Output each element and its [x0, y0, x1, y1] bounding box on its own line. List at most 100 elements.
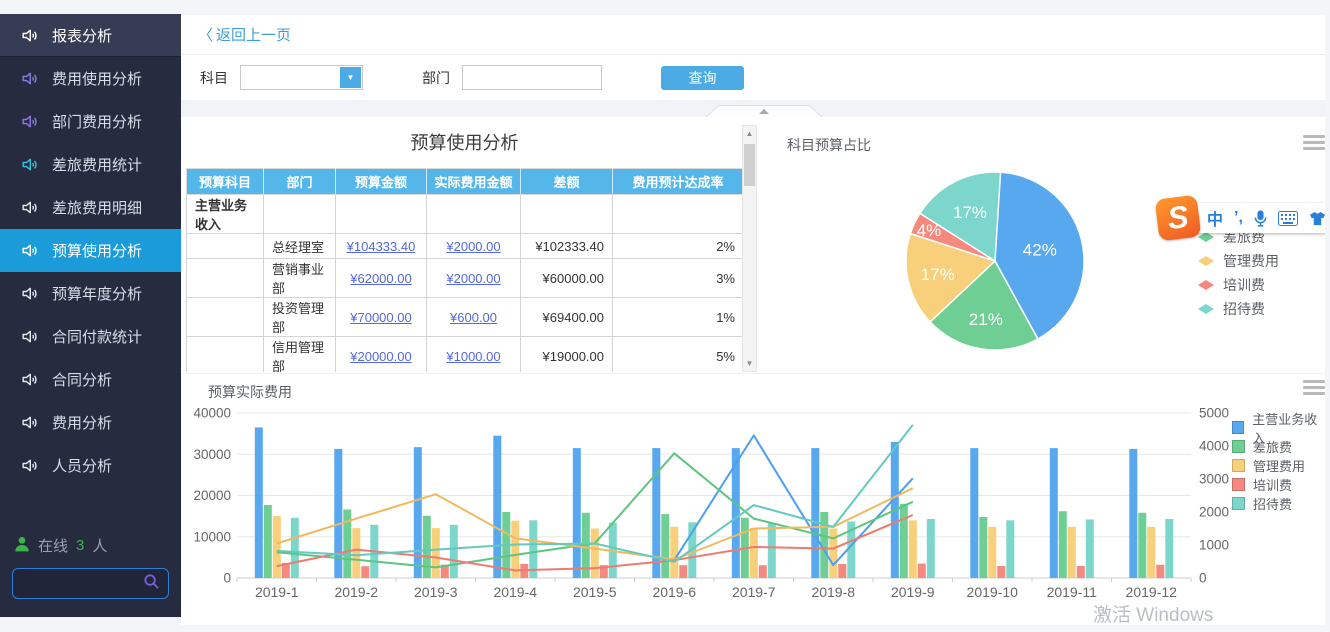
cell-actual: ¥600.00: [427, 298, 521, 337]
column-header: 预算科目: [187, 169, 264, 195]
amount-link[interactable]: ¥2000.00: [446, 239, 500, 254]
bar-legend-item[interactable]: 管理费用: [1232, 456, 1325, 475]
sidebar-item-8[interactable]: 合同分析: [0, 358, 181, 401]
bar-menu-icon[interactable]: [1303, 380, 1325, 398]
pie-legend-item[interactable]: 招待费: [1198, 297, 1279, 321]
subject-select[interactable]: ▼: [240, 65, 363, 90]
amount-link[interactable]: ¥600.00: [450, 310, 497, 325]
bar: [811, 448, 819, 578]
bar: [1129, 449, 1137, 578]
pie-legend: 差旅费管理费用培训费招待费: [1198, 225, 1279, 321]
sidebar-item-7[interactable]: 合同付款统计: [0, 315, 181, 358]
back-link[interactable]: 〈 返回上一页: [198, 24, 291, 45]
bar-legend-item[interactable]: 培训费: [1232, 475, 1325, 494]
cell-budget: ¥20000.00: [336, 337, 427, 373]
keyboard-icon[interactable]: [1278, 211, 1298, 226]
bar: [679, 565, 687, 578]
pie-menu-icon[interactable]: [1303, 135, 1325, 153]
sidebar-item-label: 报表分析: [52, 25, 112, 46]
right-axis-label: 4000: [1199, 439, 1229, 454]
skin-icon[interactable]: [1309, 211, 1325, 226]
sidebar-item-0[interactable]: 报表分析: [0, 14, 181, 57]
cell-actual: ¥2000.00: [427, 259, 521, 298]
swatch-icon: [1232, 421, 1244, 434]
filter-bar: 科目 ▼ 部门 查询: [181, 55, 1325, 100]
bar: [1165, 519, 1173, 578]
page: 报表分析费用使用分析部门费用分析差旅费用统计差旅费用明细预算使用分析预算年度分析…: [0, 0, 1330, 632]
bar-legend-item[interactable]: 招待费: [1232, 494, 1325, 513]
x-category-label: 2019-12: [1126, 584, 1178, 600]
sidebar-item-2[interactable]: 部门费用分析: [0, 100, 181, 143]
scrollbar-thumb[interactable]: [744, 144, 755, 186]
amount-link[interactable]: ¥2000.00: [446, 271, 500, 286]
search-icon[interactable]: [143, 573, 160, 595]
sidebar-item-label: 人员分析: [52, 455, 112, 476]
scroll-up-icon[interactable]: ▲: [743, 126, 756, 141]
x-category-label: 2019-10: [967, 584, 1019, 600]
bar: [273, 516, 281, 578]
bar: [432, 528, 440, 578]
budget-table: 预算科目部门预算金额实际费用金额差额费用预计达成率 主营业务收入总经理室¥104…: [186, 168, 743, 372]
cell-budget: ¥62000.00: [336, 259, 427, 298]
amount-link[interactable]: ¥20000.00: [350, 349, 411, 364]
chinese-mode-icon[interactable]: 中: [1207, 206, 1223, 230]
sidebar-item-label: 费用分析: [52, 412, 112, 433]
sidebar-item-1[interactable]: 费用使用分析: [0, 57, 181, 100]
speaker-icon: [20, 327, 39, 346]
pie-legend-item[interactable]: 管理费用: [1198, 249, 1279, 273]
amount-link[interactable]: ¥62000.00: [350, 271, 411, 286]
mic-icon[interactable]: [1254, 210, 1267, 227]
chevron-down-icon[interactable]: ▼: [340, 67, 361, 88]
cell-rate: [613, 195, 744, 234]
sidebar-search: [12, 568, 169, 599]
cell-subject: [187, 259, 264, 298]
sogou-logo-icon[interactable]: S: [1155, 195, 1202, 242]
left-axis-label: 0: [223, 571, 231, 586]
amount-link[interactable]: ¥1000.00: [446, 349, 500, 364]
bar-line-chart: 0100002000030000400000100020003000400050…: [185, 400, 1325, 615]
x-category-label: 2019-1: [255, 584, 299, 600]
sidebar: 报表分析费用使用分析部门费用分析差旅费用统计差旅费用明细预算使用分析预算年度分析…: [0, 14, 181, 617]
right-axis-label: 5000: [1199, 406, 1229, 421]
sidebar-item-6[interactable]: 预算年度分析: [0, 272, 181, 315]
bar: [670, 527, 678, 578]
cell-dept: 信用管理部: [264, 337, 336, 373]
search-input[interactable]: [21, 576, 143, 592]
bar: [900, 504, 908, 578]
bar: [759, 565, 767, 578]
legend-label: 管理费用: [1253, 456, 1305, 475]
bar: [255, 427, 263, 578]
cell-diff: ¥69400.00: [521, 298, 613, 337]
table-row: 主营业务收入: [187, 195, 744, 234]
sidebar-item-10[interactable]: 人员分析: [0, 444, 181, 487]
scroll-down-icon[interactable]: ▼: [743, 356, 756, 371]
sidebar-item-3[interactable]: 差旅费用统计: [0, 143, 181, 186]
pie-label: 17%: [953, 203, 987, 222]
speaker-icon: [20, 26, 39, 45]
activate-windows-watermark: 激活 Windows: [1093, 600, 1213, 625]
speaker-icon: [20, 284, 39, 303]
diamond-icon: [1198, 280, 1214, 290]
amount-link[interactable]: ¥70000.00: [350, 310, 411, 325]
query-button[interactable]: 查询: [661, 66, 744, 90]
bar-legend-item[interactable]: 主营业务收入: [1232, 418, 1325, 437]
dept-input[interactable]: [462, 65, 602, 90]
cell-subject: 主营业务收入: [187, 195, 264, 234]
amount-link[interactable]: ¥104333.40: [347, 239, 416, 254]
pie-legend-item[interactable]: 培训费: [1198, 273, 1279, 297]
bar: [1138, 513, 1146, 578]
sidebar-item-4[interactable]: 差旅费用明细: [0, 186, 181, 229]
pie-label: 4%: [917, 221, 942, 240]
speaker-icon: [20, 370, 39, 389]
table-scrollbar[interactable]: ▲ ▼: [742, 125, 757, 372]
sidebar-item-9[interactable]: 费用分析: [0, 401, 181, 444]
sidebar-item-5[interactable]: 预算使用分析: [0, 229, 181, 272]
bar: [970, 448, 978, 578]
collapse-strip: [181, 100, 1325, 117]
cell-actual: [427, 195, 521, 234]
sidebar-item-label: 费用使用分析: [52, 68, 142, 89]
legend-label: 招待费: [1223, 299, 1265, 319]
swatch-icon: [1232, 440, 1245, 453]
punctuation-icon[interactable]: ’,: [1234, 209, 1243, 227]
cell-diff: ¥60000.00: [521, 259, 613, 298]
